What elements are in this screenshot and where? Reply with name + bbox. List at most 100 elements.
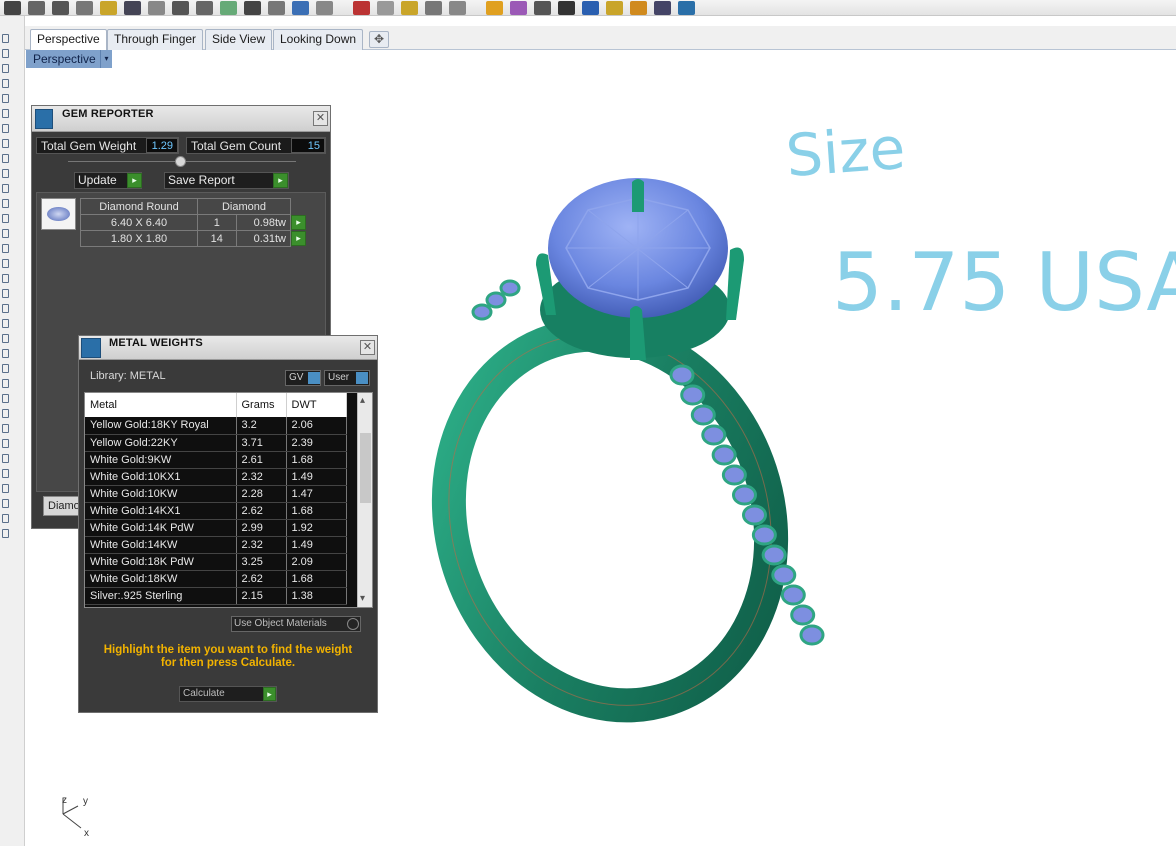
left-tool-icon[interactable] bbox=[2, 64, 9, 73]
add-viewport-tab-button[interactable]: ✥ bbox=[369, 31, 389, 48]
update-arrow-icon[interactable]: ▸ bbox=[127, 173, 142, 188]
toolbar-tool-icon[interactable] bbox=[4, 0, 21, 15]
left-tool-icon[interactable] bbox=[2, 34, 9, 43]
left-tool-icon[interactable] bbox=[2, 289, 9, 298]
left-tool-icon[interactable] bbox=[2, 169, 9, 178]
toolbar-tool-icon[interactable] bbox=[486, 0, 503, 15]
toolbar-tool-icon[interactable] bbox=[606, 0, 623, 15]
left-tool-icon[interactable] bbox=[2, 304, 9, 313]
column-header-grams[interactable]: Grams bbox=[236, 393, 287, 417]
toolbar-tool-icon[interactable] bbox=[425, 0, 442, 15]
toolbar-tool-icon[interactable] bbox=[172, 0, 189, 15]
left-tool-icon[interactable] bbox=[2, 229, 9, 238]
left-tool-icon[interactable] bbox=[2, 259, 9, 268]
table-row[interactable]: White Gold:14KX1 2.62 1.68 bbox=[85, 502, 347, 520]
left-tool-icon[interactable] bbox=[2, 334, 9, 343]
toolbar-tool-icon[interactable] bbox=[449, 0, 466, 15]
metal-list-scrollbar[interactable]: ▴ ▾ bbox=[357, 393, 372, 607]
tab-looking-down[interactable]: Looking Down bbox=[273, 29, 364, 50]
table-row[interactable]: White Gold:18K PdW 3.25 2.09 bbox=[85, 553, 347, 571]
table-row[interactable]: White Gold:14KW 2.32 1.49 bbox=[85, 536, 347, 554]
left-tool-icon[interactable] bbox=[2, 139, 9, 148]
toolbar-tool-icon[interactable] bbox=[28, 0, 45, 15]
left-tool-icon[interactable] bbox=[2, 214, 9, 223]
left-tool-icon[interactable] bbox=[2, 424, 9, 433]
toolbar-tool-icon[interactable] bbox=[220, 0, 237, 15]
save-report-arrow-icon[interactable]: ▸ bbox=[273, 173, 288, 188]
gv-toggle-icon[interactable] bbox=[308, 372, 320, 384]
toolbar-tool-icon[interactable] bbox=[582, 0, 599, 15]
bottom-tab-diamond[interactable]: Diamo bbox=[43, 496, 83, 516]
left-tool-icon[interactable] bbox=[2, 124, 9, 133]
left-tool-icon[interactable] bbox=[2, 454, 9, 463]
toolbar-tool-icon[interactable] bbox=[268, 0, 285, 15]
left-tool-icon[interactable] bbox=[2, 394, 9, 403]
left-tool-icon[interactable] bbox=[2, 499, 9, 508]
toolbar-tool-icon[interactable] bbox=[654, 0, 671, 15]
toolbar-tool-icon[interactable] bbox=[401, 0, 418, 15]
toolbar-tool-icon[interactable] bbox=[196, 0, 213, 15]
table-row[interactable]: Yellow Gold:22KY 3.71 2.39 bbox=[85, 434, 347, 452]
viewport-menu-chevron-icon[interactable]: ▾ bbox=[100, 50, 112, 68]
left-tool-icon[interactable] bbox=[2, 79, 9, 88]
table-row[interactable]: White Gold:9KW 2.61 1.68 bbox=[85, 451, 347, 469]
user-toggle-icon[interactable] bbox=[356, 372, 368, 384]
toolbar-tool-icon[interactable] bbox=[244, 0, 261, 15]
toolbar-tool-icon[interactable] bbox=[630, 0, 647, 15]
toolbar-tool-icon[interactable] bbox=[534, 0, 551, 15]
close-icon[interactable]: ✕ bbox=[360, 340, 375, 355]
toolbar-tool-icon[interactable] bbox=[316, 0, 333, 15]
left-tool-icon[interactable] bbox=[2, 349, 9, 358]
toolbar-tool-icon[interactable] bbox=[292, 0, 309, 15]
toolbar-tool-icon[interactable] bbox=[148, 0, 165, 15]
close-icon[interactable]: ✕ bbox=[313, 111, 328, 126]
scroll-up-icon[interactable]: ▴ bbox=[360, 395, 365, 406]
save-report-button[interactable]: Save Report bbox=[164, 172, 289, 189]
left-tool-icon[interactable] bbox=[2, 49, 9, 58]
left-tool-icon[interactable] bbox=[2, 184, 9, 193]
table-row[interactable]: 1.80 X 1.80 14 0.31tw ▸ bbox=[80, 230, 307, 247]
toolbar-tool-icon[interactable] bbox=[558, 0, 575, 15]
toolbar-tool-icon[interactable] bbox=[678, 0, 695, 15]
row-arrow-icon[interactable]: ▸ bbox=[291, 215, 306, 230]
scroll-down-icon[interactable]: ▾ bbox=[360, 593, 365, 604]
scrollbar-thumb[interactable] bbox=[360, 433, 371, 503]
use-object-materials-toggle-icon[interactable] bbox=[347, 618, 359, 630]
toolbar-tool-icon[interactable] bbox=[52, 0, 69, 15]
toolbar-tool-icon[interactable] bbox=[124, 0, 141, 15]
left-tool-icon[interactable] bbox=[2, 529, 9, 538]
table-row[interactable]: White Gold:10KX1 2.32 1.49 bbox=[85, 468, 347, 486]
tab-perspective[interactable]: Perspective bbox=[30, 29, 107, 51]
row-arrow-icon[interactable]: ▸ bbox=[291, 231, 306, 246]
toolbar-tool-icon[interactable] bbox=[377, 0, 394, 15]
left-tool-icon[interactable] bbox=[2, 439, 9, 448]
use-object-materials-checkbox[interactable]: Use Object Materials bbox=[231, 616, 361, 632]
slider-thumb[interactable] bbox=[175, 156, 186, 167]
left-tool-icon[interactable] bbox=[2, 274, 9, 283]
table-row[interactable]: White Gold:10KW 2.28 1.47 bbox=[85, 485, 347, 503]
left-tool-icon[interactable] bbox=[2, 109, 9, 118]
table-row[interactable]: White Gold:18KW 2.62 1.68 bbox=[85, 570, 347, 588]
table-row[interactable]: Yellow Gold:18KY Royal 3.2 2.06 bbox=[85, 417, 347, 435]
left-tool-icon[interactable] bbox=[2, 364, 9, 373]
toolbar-tool-icon[interactable] bbox=[510, 0, 527, 15]
left-tool-icon[interactable] bbox=[2, 484, 9, 493]
left-tool-icon[interactable] bbox=[2, 244, 9, 253]
calculate-arrow-icon[interactable]: ▸ bbox=[263, 687, 276, 701]
table-row[interactable]: Silver:.925 Sterling 2.15 1.38 bbox=[85, 587, 347, 605]
tab-side-view[interactable]: Side View bbox=[205, 29, 273, 50]
left-tool-icon[interactable] bbox=[2, 469, 9, 478]
table-row[interactable]: White Gold:14K PdW 2.99 1.92 bbox=[85, 519, 347, 537]
table-row[interactable]: 6.40 X 6.40 1 0.98tw ▸ bbox=[80, 214, 307, 231]
left-tool-icon[interactable] bbox=[2, 514, 9, 523]
column-header-dwt[interactable]: DWT bbox=[286, 393, 347, 417]
left-tool-icon[interactable] bbox=[2, 379, 9, 388]
left-tool-icon[interactable] bbox=[2, 94, 9, 103]
left-tool-icon[interactable] bbox=[2, 319, 9, 328]
left-tool-icon[interactable] bbox=[2, 154, 9, 163]
toolbar-tool-icon[interactable] bbox=[76, 0, 93, 15]
left-tool-icon[interactable] bbox=[2, 199, 9, 208]
metal-list[interactable]: Metal Grams DWT Yellow Gold:18KY Royal 3.… bbox=[84, 392, 373, 608]
column-header-metal[interactable]: Metal bbox=[85, 393, 237, 417]
left-tool-icon[interactable] bbox=[2, 409, 9, 418]
